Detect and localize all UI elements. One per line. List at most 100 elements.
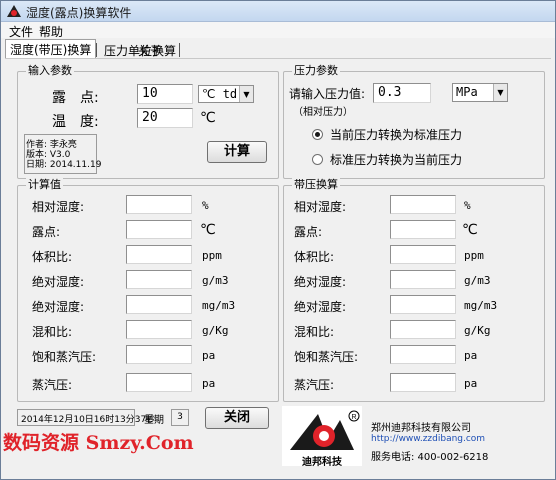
logo-text: 迪邦科技 <box>302 457 342 468</box>
menu-file[interactable]: 文件 <box>9 23 33 40</box>
calc-row-output <box>126 245 192 264</box>
pcalc-row-output <box>390 373 456 392</box>
app-window: 湿度(露点)换算软件 文件 帮助 湿度(带压)换算 压力单位换算 关于 输入参数… <box>0 0 556 480</box>
group-title: 计算值 <box>26 178 63 192</box>
input-params-group: 输入参数 露 点: 10 ℃ td ▼ 温 度: 20 ℃ 作者: 李永亮 版本… <box>17 64 279 179</box>
calc-row-label: 绝对湿度: <box>32 275 85 289</box>
pcalc-row-label: 体积比: <box>294 250 335 264</box>
calc-row-output <box>126 220 192 239</box>
calc-row-output <box>126 195 192 214</box>
calc-row-label: 体积比: <box>32 250 73 264</box>
pressure-params-group: 压力参数 请输入压力值: 0.3 MPa ▼ （相对压力） 当前压力转换为标准压… <box>283 64 545 179</box>
title-bar: 湿度(露点)换算软件 <box>1 1 555 22</box>
author-text: 作者: 李永亮 <box>26 140 77 150</box>
group-title: 压力参数 <box>292 64 340 78</box>
radio-to-current-label[interactable]: 标准压力转换为当前压力 <box>330 151 462 168</box>
calc-row-unit: ppm <box>202 249 222 262</box>
temperature-input[interactable]: 20 <box>137 108 193 128</box>
pcalc-row-unit: mg/m3 <box>464 299 498 312</box>
pcalc-row-output <box>390 320 456 339</box>
datetime-display: 2014年12月10日16时13分37秒 <box>17 409 155 426</box>
window-title: 湿度(露点)换算软件 <box>26 6 132 20</box>
calc-row-unit: g/Kg <box>202 324 229 337</box>
calc-row-label: 饱和蒸汽压: <box>32 350 97 364</box>
calc-row-unit: pa <box>202 377 216 390</box>
calc-row-unit: g/m3 <box>202 274 229 287</box>
pcalc-row-unit: g/m3 <box>464 274 491 287</box>
author-info-box: 作者: 李永亮 版本: V3.0 日期: 2014.11.19 <box>24 134 101 174</box>
pcalc-row-label: 相对湿度: <box>294 200 347 214</box>
calc-row-output <box>126 270 192 289</box>
radio-to-standard-label[interactable]: 当前压力转换为标准压力 <box>330 126 462 143</box>
pcalc-row-unit: ppm <box>464 249 484 262</box>
dewpoint-label: 露 点: <box>52 90 99 106</box>
calc-row-output <box>126 320 192 339</box>
group-title: 输入参数 <box>26 64 74 78</box>
chevron-down-icon[interactable]: ▼ <box>493 84 507 101</box>
calc-row-label: 露点: <box>32 225 61 239</box>
pcalc-row-output <box>390 195 456 214</box>
pcalc-row-label: 饱和蒸汽压: <box>294 350 359 364</box>
menu-help[interactable]: 帮助 <box>39 23 63 40</box>
calc-row-label: 混和比: <box>32 325 73 339</box>
dewpoint-unit-select[interactable]: ℃ td ▼ <box>198 85 254 103</box>
dewpoint-input[interactable]: 10 <box>137 84 193 104</box>
pressure-unit-value: MPa <box>456 85 478 99</box>
pressure-unit-select[interactable]: MPa ▼ <box>452 83 508 102</box>
pcalc-row-label: 绝对湿度: <box>294 300 347 314</box>
company-phone: 服务电话: 400-002-6218 <box>371 452 489 463</box>
site-watermark: 数码资源 Smzy.Com <box>3 432 194 454</box>
pcalc-row-label: 露点: <box>294 225 323 239</box>
calc-row-output <box>126 345 192 364</box>
calc-row-unit: ℃ <box>200 222 216 238</box>
date-text: 日期: 2014.11.19 <box>26 160 102 170</box>
chevron-down-icon[interactable]: ▼ <box>239 86 253 102</box>
pcalc-row-label: 绝对湿度: <box>294 275 347 289</box>
pcalc-row-unit: % <box>464 199 471 212</box>
calc-row-label: 绝对湿度: <box>32 300 85 314</box>
pcalc-row-output <box>390 345 456 364</box>
dewpoint-unit-value: ℃ td <box>202 87 238 101</box>
tab-humidity-pressure[interactable]: 湿度(带压)换算 <box>5 39 97 59</box>
pcalc-row-output <box>390 270 456 289</box>
dewpoint-value: 10 <box>142 86 158 101</box>
calculate-button[interactable]: 计算 <box>207 141 267 163</box>
tab-about[interactable]: 关于 <box>134 41 166 59</box>
pcalc-row-label: 蒸汽压: <box>294 378 335 392</box>
close-button[interactable]: 关闭 <box>205 407 269 429</box>
temperature-value: 20 <box>142 110 158 125</box>
version-text: 版本: V3.0 <box>26 150 71 160</box>
company-logo: R 迪邦科技 <box>282 406 362 468</box>
radio-to-standard[interactable] <box>312 129 323 140</box>
tab-separator <box>179 43 180 57</box>
calc-row-unit: mg/m3 <box>202 299 236 312</box>
weekday-label: 星期 <box>144 415 164 426</box>
pcalc-row-unit: pa <box>464 349 478 362</box>
pressure-conversion-group: 带压换算 相对湿度: % 露点: ℃ 体积比: ppm 绝对湿度: g/m3 绝… <box>283 178 545 402</box>
pcalc-row-unit: g/Kg <box>464 324 491 337</box>
pcalc-row-output <box>390 220 456 239</box>
weekday-value: 3 <box>171 409 189 426</box>
menu-bar: 文件 帮助 <box>1 22 555 40</box>
calc-row-unit: % <box>202 199 209 212</box>
pressure-value: 0.3 <box>378 85 402 100</box>
temperature-unit: ℃ <box>200 110 216 126</box>
radio-to-current[interactable] <box>312 154 323 165</box>
tab-separator <box>96 43 97 57</box>
temperature-label: 温 度: <box>52 114 99 130</box>
calculated-values-group: 计算值 相对湿度: % 露点: ℃ 体积比: ppm 绝对湿度: g/m3 绝对… <box>17 178 279 402</box>
calc-row-output <box>126 295 192 314</box>
calc-row-label: 相对湿度: <box>32 200 85 214</box>
company-url[interactable]: http://www.zzdibang.com <box>371 434 485 444</box>
pcalc-row-unit: ℃ <box>462 222 478 238</box>
pcalc-row-output <box>390 295 456 314</box>
pressure-sublabel: （相对压力） <box>293 107 353 118</box>
svg-text:R: R <box>352 414 357 421</box>
company-name: 郑州迪邦科技有限公司 <box>371 423 471 434</box>
calc-row-unit: pa <box>202 349 216 362</box>
pressure-label: 请输入压力值: <box>289 87 366 101</box>
pressure-input[interactable]: 0.3 <box>373 83 431 103</box>
main-panel: 输入参数 露 点: 10 ℃ td ▼ 温 度: 20 ℃ 作者: 李永亮 版本… <box>5 58 551 475</box>
pcalc-row-label: 混和比: <box>294 325 335 339</box>
group-title: 带压换算 <box>292 178 340 192</box>
